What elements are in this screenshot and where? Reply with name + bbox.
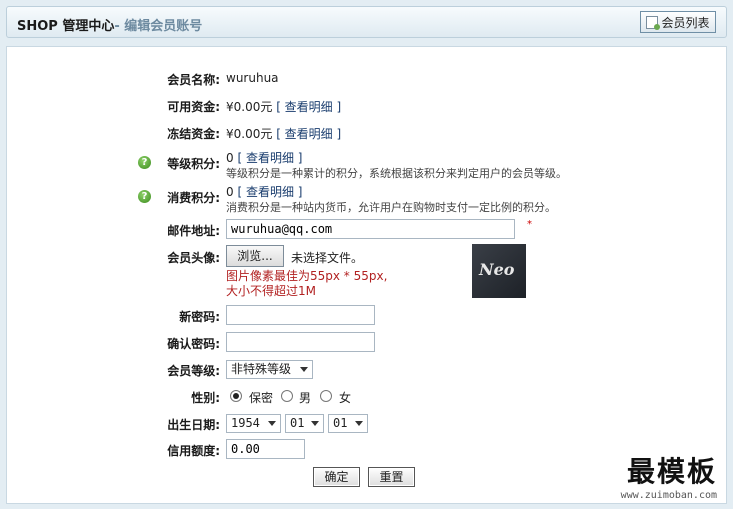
edit-member-form: 会员名称: wuruhua 可用资金: ¥0.00元 [ 查看明细 ] 冻结资金… [6, 46, 727, 504]
browse-button[interactable]: 浏览... [226, 245, 284, 267]
username-value: wuruhua [226, 71, 279, 85]
email-field[interactable] [226, 219, 515, 239]
birth-month-select[interactable]: 01 [285, 414, 324, 433]
gender-radio-secret[interactable] [230, 390, 242, 402]
gender-label: 性别: [191, 391, 220, 405]
list-icon [646, 15, 661, 30]
gender-radio-male[interactable] [281, 390, 293, 402]
pay-points-label: 消费积分: [167, 191, 220, 205]
watermark-url: www.zuimoban.com [620, 490, 717, 501]
pay-points-detail-link[interactable]: [ 查看明细 ] [237, 185, 302, 199]
gender-option-female: 女 [339, 391, 352, 405]
help-icon[interactable]: ? [138, 190, 151, 203]
birth-day-select[interactable]: 01 [328, 414, 368, 433]
required-mark: * [527, 219, 532, 230]
gender-option-male: 男 [299, 391, 312, 405]
frozen-funds-label: 冻结资金: [167, 127, 220, 141]
birth-year-select[interactable]: 1954 [226, 414, 281, 433]
available-funds-value: ¥0.00元 [226, 100, 273, 114]
page-title: SHOP 管理中心- 编辑会员账号 [17, 19, 203, 34]
pay-points-note: 消费积分是一种站内货币，允许用户在购物时支付一定比例的积分。 [226, 201, 556, 214]
rank-points-value: 0 [226, 151, 234, 165]
gender-radio-female[interactable] [320, 390, 332, 402]
help-icon[interactable]: ? [138, 156, 151, 169]
rank-label: 会员等级: [167, 364, 220, 378]
rank-points-note: 等级积分是一种累计的积分，系统根据该积分来判定用户的会员等级。 [226, 167, 567, 180]
rank-points-detail-link[interactable]: [ 查看明细 ] [237, 151, 302, 165]
gender-option-secret: 保密 [249, 391, 274, 405]
birthday-label: 出生日期: [167, 418, 220, 432]
rank-select[interactable]: 非特殊等级 [226, 360, 313, 379]
new-password-field[interactable] [226, 305, 375, 325]
submit-button[interactable]: 确定 [313, 467, 360, 487]
watermark-title: 最模板 [626, 455, 717, 488]
available-funds-label: 可用资金: [167, 100, 220, 114]
credit-field[interactable] [226, 439, 305, 459]
available-funds-detail-link[interactable]: [ 查看明细 ] [276, 100, 341, 114]
credit-label: 信用额度: [167, 444, 220, 458]
confirm-password-label: 确认密码: [167, 337, 220, 351]
file-status: 未选择文件。 [291, 251, 364, 265]
email-label: 邮件地址: [167, 224, 220, 238]
avatar-image: Neo [472, 244, 526, 298]
page-header: SHOP 管理中心- 编辑会员账号 会员列表 [6, 6, 727, 38]
frozen-funds-value: ¥0.00元 [226, 127, 273, 141]
frozen-funds-detail-link[interactable]: [ 查看明细 ] [276, 127, 341, 141]
avatar-label: 会员头像: [167, 251, 220, 265]
watermark: 最模板 www.zuimoban.com [621, 450, 717, 501]
reset-button[interactable]: 重置 [368, 467, 415, 487]
member-list-button[interactable]: 会员列表 [640, 11, 716, 33]
page-subtitle: - 编辑会员账号 [114, 19, 203, 34]
rank-points-label: 等级积分: [167, 157, 220, 171]
pay-points-value: 0 [226, 185, 234, 199]
confirm-password-field[interactable] [226, 332, 375, 352]
username-label: 会员名称: [167, 73, 220, 87]
avatar-hint: 图片像素最佳为55px * 55px, 大小不得超过1M [226, 269, 388, 298]
new-password-label: 新密码: [179, 310, 220, 324]
